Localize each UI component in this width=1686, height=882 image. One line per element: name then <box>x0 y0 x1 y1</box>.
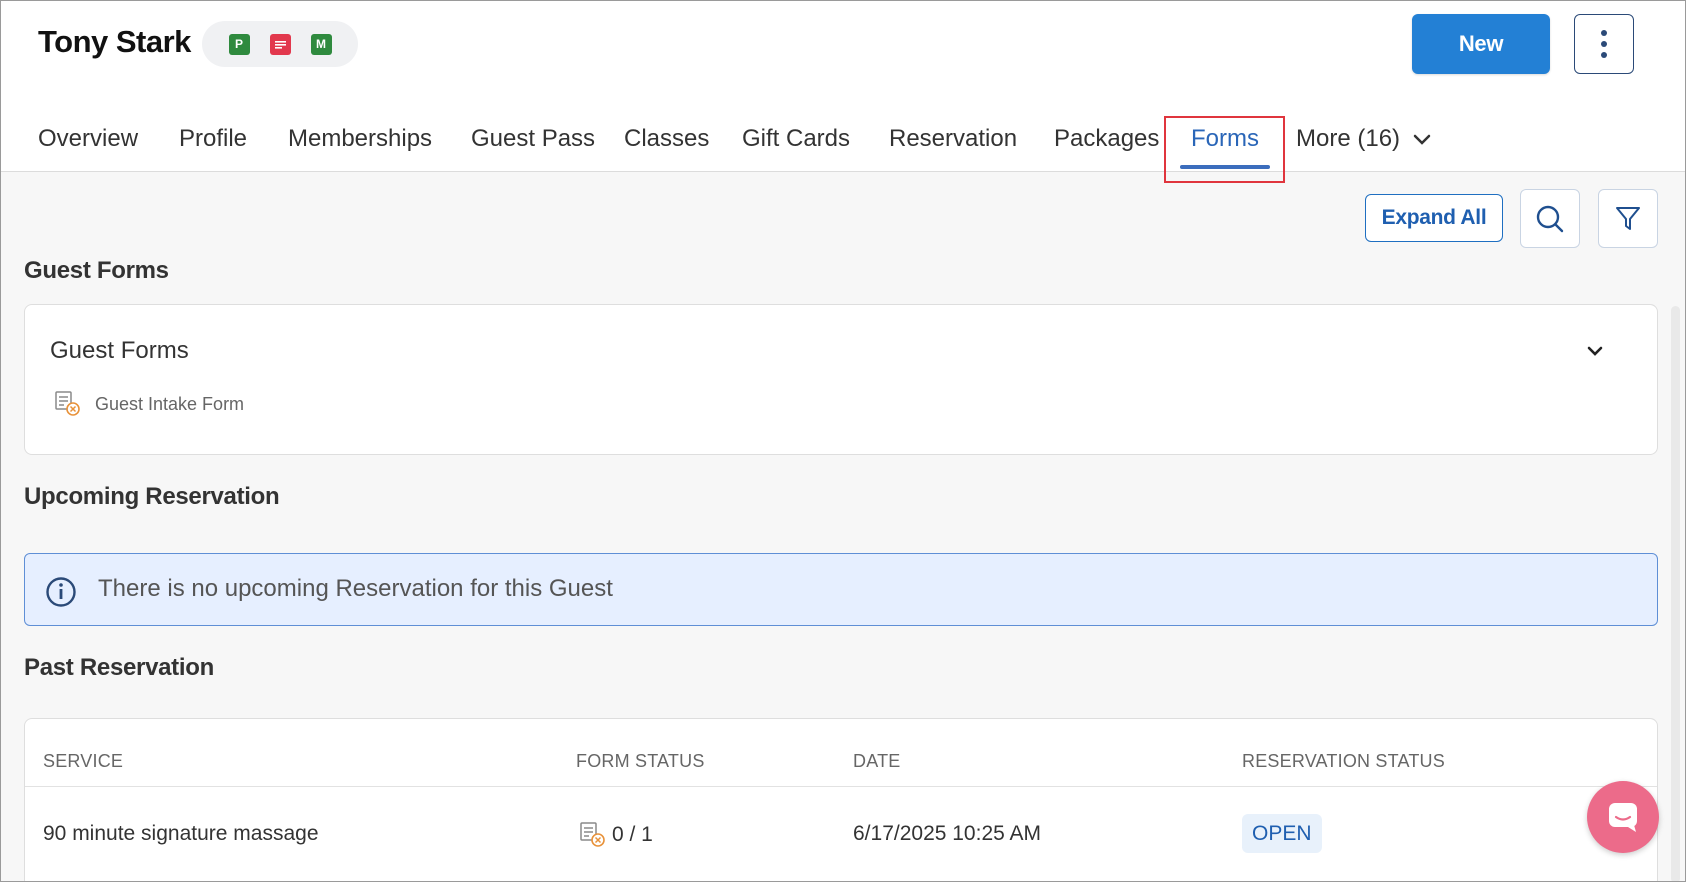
message-icon[interactable] <box>269 33 291 55</box>
tab-memberships[interactable]: Memberships <box>288 114 432 164</box>
info-icon <box>46 577 76 607</box>
tab-packages[interactable]: Packages <box>1054 114 1159 164</box>
chat-icon <box>1609 803 1637 832</box>
new-button[interactable]: New <box>1412 14 1550 74</box>
tab-reservation[interactable]: Reservation <box>889 114 1017 164</box>
past-reservation-heading: Past Reservation <box>24 654 214 681</box>
tab-bar: Overview Profile Memberships Guest Pass … <box>1 114 1685 164</box>
no-upcoming-message: There is no upcoming Reservation for thi… <box>98 575 613 602</box>
table-divider <box>25 786 1657 787</box>
vertical-dots-icon <box>1601 30 1607 58</box>
tab-guest-pass[interactable]: Guest Pass <box>471 114 595 164</box>
form-item[interactable]: Guest Intake Form <box>55 391 244 417</box>
cell-form-status[interactable]: 0 / 1 <box>580 822 653 848</box>
no-upcoming-banner: There is no upcoming Reservation for thi… <box>24 553 1658 626</box>
column-header-service[interactable]: SERVICE <box>43 751 123 772</box>
guest-forms-card: Guest Forms Guest Intake Form <box>24 304 1658 455</box>
more-actions-button[interactable] <box>1574 14 1634 74</box>
tab-overview[interactable]: Overview <box>38 114 138 164</box>
expand-all-button[interactable]: Expand All <box>1365 194 1503 242</box>
column-header-form-status[interactable]: FORM STATUS <box>576 751 705 772</box>
chat-button[interactable] <box>1587 781 1659 853</box>
tab-more[interactable]: More (16) <box>1296 114 1431 164</box>
past-reservation-table: SERVICE FORM STATUS DATE RESERVATION STA… <box>24 718 1658 881</box>
form-incomplete-icon <box>580 822 605 847</box>
status-badge: OPEN <box>1242 814 1322 853</box>
upcoming-reservation-heading: Upcoming Reservation <box>24 483 280 510</box>
form-item-label: Guest Intake Form <box>95 393 245 414</box>
cell-date: 6/17/2025 10:25 AM <box>853 822 1041 845</box>
column-header-date[interactable]: DATE <box>853 751 900 772</box>
badge-p[interactable]: P <box>228 33 250 55</box>
filter-icon <box>1616 206 1640 230</box>
search-button[interactable] <box>1520 189 1580 248</box>
guest-header: Tony Stark P M New Overview Profile Memb… <box>1 1 1685 172</box>
column-header-reservation-status[interactable]: RESERVATION STATUS <box>1242 751 1445 772</box>
form-incomplete-icon <box>55 391 80 416</box>
chevron-down-icon <box>1413 134 1430 145</box>
cell-service[interactable]: 90 minute signature massage <box>43 822 319 846</box>
tab-classes[interactable]: Classes <box>624 114 709 164</box>
guest-forms-heading: Guest Forms <box>24 257 169 284</box>
guest-forms-card-title[interactable]: Guest Forms <box>50 337 189 365</box>
scrollbar[interactable] <box>1671 306 1680 881</box>
tab-highlight-box <box>1164 116 1285 183</box>
badge-m[interactable]: M <box>310 33 332 55</box>
guest-badges: P M <box>202 21 358 67</box>
tab-gift-cards[interactable]: Gift Cards <box>742 114 850 164</box>
search-icon <box>1536 205 1564 232</box>
tab-more-label: More (16) <box>1296 125 1401 152</box>
guest-name: Tony Stark <box>38 24 191 59</box>
filter-button[interactable] <box>1598 189 1658 248</box>
form-status-count: 0 / 1 <box>612 823 653 846</box>
tab-profile[interactable]: Profile <box>179 114 247 164</box>
app-frame: Tony Stark P M New Overview Profile Memb… <box>0 0 1686 882</box>
chevron-down-icon[interactable] <box>1587 345 1603 357</box>
